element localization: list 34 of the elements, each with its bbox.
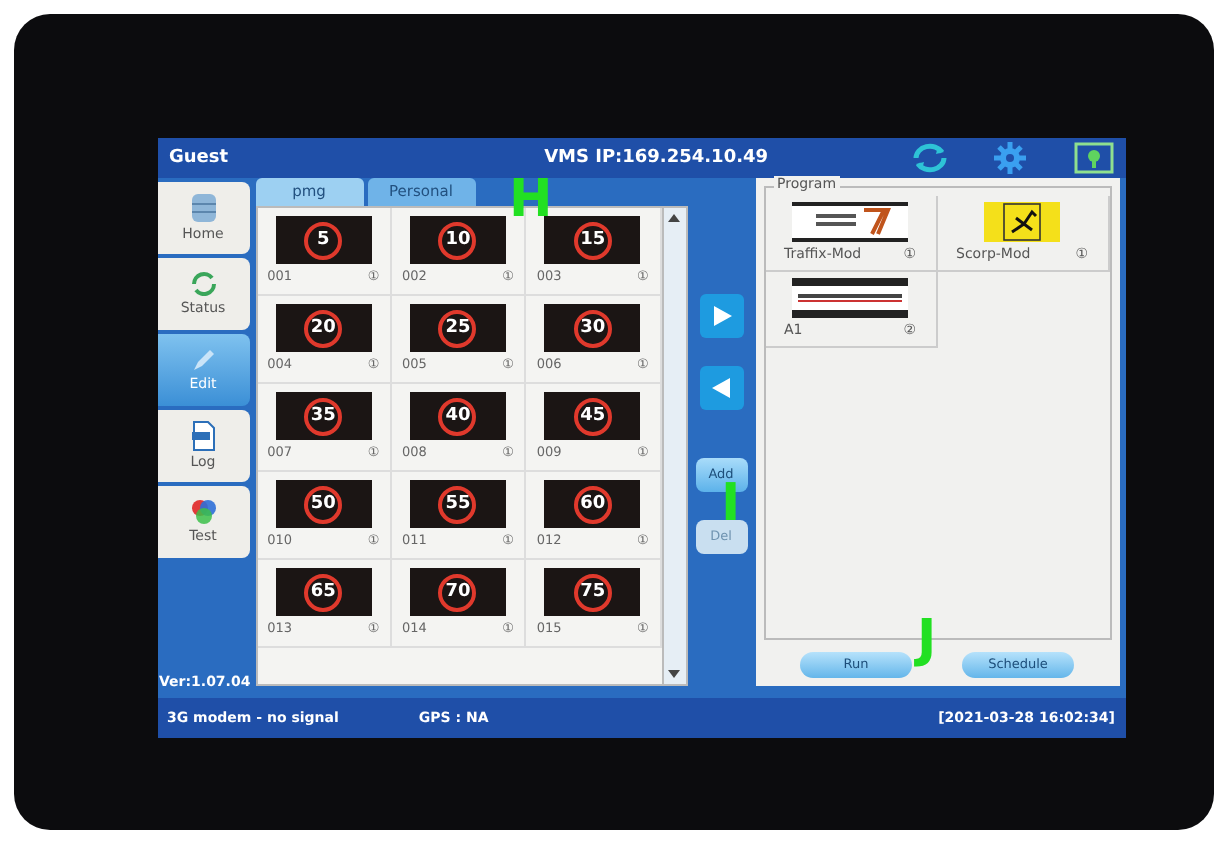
color-wheel-icon (189, 498, 217, 526)
user-label: Guest (169, 147, 229, 167)
speed-sign-tile[interactable]: 25 (409, 304, 506, 352)
scorpion-logo (984, 202, 1060, 242)
speed-sign-tile[interactable]: 60 (544, 480, 641, 528)
refresh-icon[interactable] (909, 141, 949, 173)
speed-sign-tile[interactable]: 5 (275, 216, 372, 264)
refresh-icon (189, 270, 217, 298)
speed-sign-tile[interactable]: 55 (409, 480, 506, 528)
pencil-icon (189, 346, 217, 374)
speed-sign-tile[interactable]: 75 (544, 568, 641, 616)
traffix-logo (792, 202, 908, 242)
annotation-letter: J (917, 613, 937, 665)
speed-sign-tile[interactable]: 65 (275, 568, 372, 616)
speed-sign-tile[interactable]: 10 (409, 216, 506, 264)
lightbulb-icon[interactable] (1073, 141, 1113, 173)
speed-sign-tile[interactable]: 50 (275, 480, 372, 528)
speed-sign-tile[interactable]: 70 (409, 568, 506, 616)
speed-sign-tile[interactable]: 40 (409, 392, 506, 440)
scrollbar[interactable] (661, 207, 685, 683)
document-icon (189, 420, 217, 452)
move-right-button[interactable] (699, 293, 743, 337)
settings-icon[interactable] (993, 141, 1025, 173)
play-arrow-icon (709, 303, 733, 327)
back-arrow-icon (709, 375, 733, 399)
speed-sign-tile[interactable]: 45 (544, 392, 641, 440)
move-left-button[interactable] (699, 365, 743, 409)
window-title: VMS IP:169.254.10.49 (544, 147, 769, 167)
roadlines-logo (792, 278, 908, 318)
database-icon (189, 192, 217, 224)
speed-sign-tile[interactable]: 20 (275, 304, 372, 352)
speed-sign-tile[interactable]: 35 (275, 392, 372, 440)
speed-sign-tile[interactable]: 15 (544, 216, 641, 264)
speed-sign-tile[interactable]: 30 (544, 304, 641, 352)
